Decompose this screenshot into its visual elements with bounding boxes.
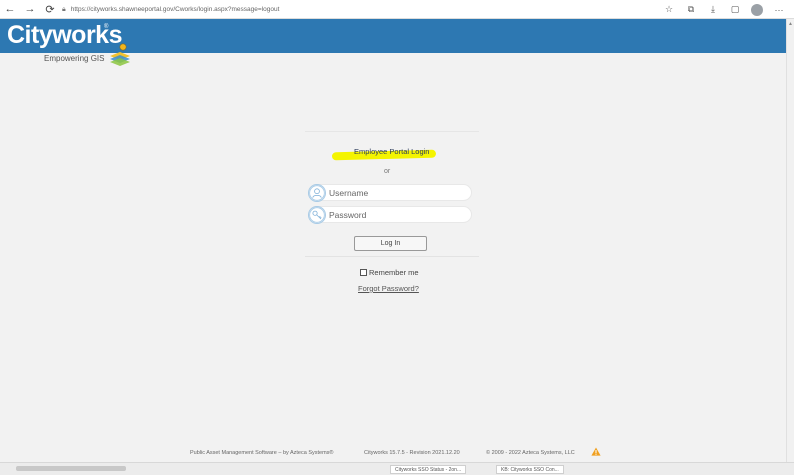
extensions-icon[interactable]: ▢: [724, 0, 746, 19]
footer-copyright-left: Public Asset Management Software – by Az…: [190, 450, 334, 456]
remember-me-label: Remember me: [369, 268, 419, 277]
vertical-scrollbar[interactable]: ▲: [786, 19, 794, 462]
back-icon[interactable]: ←: [0, 0, 20, 19]
remember-me[interactable]: Remember me: [360, 268, 419, 277]
middle-divider: [305, 256, 479, 257]
address-bar[interactable]: 🔒︎ https://cityworks.shawneeportal.gov/C…: [62, 2, 662, 17]
password-field[interactable]: [308, 206, 472, 224]
favorite-icon[interactable]: ☆: [658, 0, 680, 19]
tagline: Empowering GIS: [44, 54, 105, 63]
download-item-2[interactable]: KB: Cityworks SSO Con...: [496, 465, 564, 474]
forgot-password-link[interactable]: Forgot Password?: [358, 284, 419, 293]
warning-icon[interactable]: [591, 447, 601, 456]
or-separator: or: [384, 168, 391, 175]
remember-me-checkbox[interactable]: [360, 269, 367, 276]
profile-avatar[interactable]: [746, 0, 768, 19]
key-icon: [308, 206, 326, 224]
footer-copyright-right: © 2009 - 2022 Azteca Systems, LLC: [486, 450, 575, 456]
password-input[interactable]: [329, 207, 467, 222]
employee-portal-login-label: Employee Portal Login: [354, 147, 430, 156]
scroll-thumb[interactable]: [16, 466, 126, 471]
username-field[interactable]: [308, 184, 472, 202]
logo-registered-mark: ®: [104, 24, 109, 30]
browser-tools: ☆ ⧉ ⤓ ▢ ···: [658, 0, 790, 19]
user-icon: [308, 184, 326, 202]
reload-icon[interactable]: ⟳: [40, 0, 60, 19]
download-icon[interactable]: ⤓: [702, 0, 724, 19]
scroll-up-icon[interactable]: ▲: [788, 21, 793, 27]
username-input[interactable]: [329, 185, 467, 200]
collections-icon[interactable]: ⧉: [680, 0, 702, 19]
download-item-1[interactable]: Cityworks SSO Status - 2on...: [390, 465, 467, 474]
employee-portal-login-link[interactable]: Employee Portal Login: [330, 147, 450, 161]
footer-version: Cityworks 15.7.5 - Revision 2021.12.20: [364, 450, 460, 456]
log-in-button[interactable]: Log In: [354, 236, 427, 251]
url-text: https://cityworks.shawneeportal.gov/Cwor…: [70, 6, 280, 13]
forward-icon[interactable]: →: [20, 0, 40, 19]
menu-icon[interactable]: ···: [768, 0, 790, 19]
top-divider: [305, 131, 479, 132]
browser-toolbar: ← → ⟳ 🔒︎ https://cityworks.shawneeportal…: [0, 0, 794, 19]
gis-layers-icon: [110, 43, 130, 66]
horizontal-scrollbar[interactable]: Cityworks SSO Status - 2on... KB: Citywo…: [0, 462, 794, 475]
lock-icon: 🔒︎: [62, 5, 66, 13]
